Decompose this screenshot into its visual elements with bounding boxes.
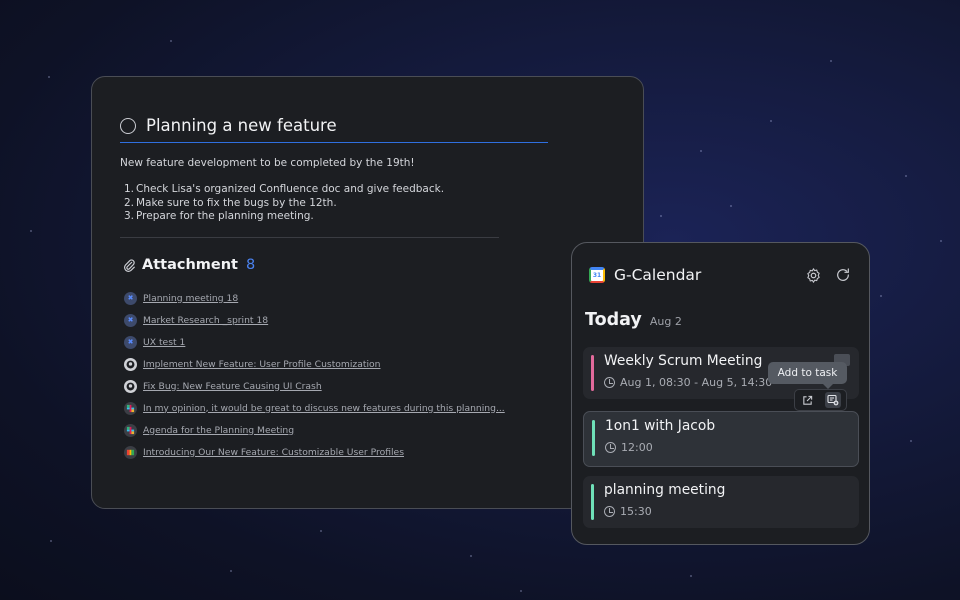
calendar-title: G-Calendar	[614, 266, 702, 284]
attachment-link[interactable]: Agenda for the Planning Meeting	[143, 425, 294, 436]
event-time: Aug 1, 08:30 - Aug 5, 14:30	[604, 376, 772, 389]
event-title: 1on1 with Jacob	[605, 418, 716, 434]
task-checklist: 1. Check Lisa's organized Confluence doc …	[124, 183, 444, 224]
attachment-item[interactable]: Introducing Our New Feature: Customizabl…	[124, 441, 505, 463]
google-calendar-logo-icon: 31	[589, 267, 605, 283]
settings-button[interactable]	[804, 266, 822, 284]
list-item[interactable]: 1. Check Lisa's organized Confluence doc …	[124, 183, 444, 197]
refresh-icon	[837, 268, 849, 281]
add-to-task-tooltip: Add to task	[768, 362, 847, 389]
event-color-bar	[591, 355, 594, 391]
attachment-link[interactable]: In my opinion, it would be great to disc…	[143, 403, 505, 414]
calendar-panel: 31 G-Calendar Today Aug 2 Weekly Scrum M…	[571, 242, 870, 545]
task-description[interactable]: New feature development to be completed …	[120, 157, 415, 169]
paperclip-icon	[124, 259, 135, 272]
task-complete-checkbox[interactable]	[120, 117, 136, 134]
open-external-button[interactable]	[800, 392, 816, 408]
attachment-item[interactable]: Fix Bug: New Feature Causing UI Crash	[124, 375, 505, 397]
attachment-link[interactable]: Implement New Feature: User Profile Cust…	[143, 359, 381, 370]
attachment-header: Attachment 8	[122, 257, 255, 273]
attachment-item[interactable]: ✖ Market Research _sprint 18	[124, 309, 505, 331]
today-label: Today	[585, 310, 642, 330]
event-time: 12:00	[605, 441, 653, 454]
gear-icon	[806, 267, 820, 283]
attachment-link[interactable]: Introducing Our New Feature: Customizabl…	[143, 447, 404, 458]
attachment-list: ✖ Planning meeting 18 ✖ Market Research …	[124, 287, 505, 463]
attachment-link[interactable]: Market Research _sprint 18	[143, 315, 268, 326]
task-title[interactable]: Planning a new feature	[146, 116, 337, 135]
github-icon	[124, 379, 137, 393]
attachment-item[interactable]: Agenda for the Planning Meeting	[124, 419, 505, 441]
event-title: Weekly Scrum Meeting	[604, 353, 763, 369]
external-link-icon	[803, 395, 813, 405]
clock-icon	[605, 442, 616, 453]
slack-icon	[124, 401, 137, 415]
list-item[interactable]: 3. Prepare for the planning meeting.	[124, 210, 444, 224]
github-icon	[124, 357, 137, 371]
event-card-1on1[interactable]: 1on1 with Jacob 12:00	[583, 411, 859, 467]
attachment-item[interactable]: Implement New Feature: User Profile Cust…	[124, 353, 505, 375]
calendar-header: 31 G-Calendar	[589, 264, 852, 286]
event-color-bar	[592, 420, 595, 456]
today-heading: Today Aug 2	[585, 310, 682, 330]
attachment-link[interactable]: Fix Bug: New Feature Causing UI Crash	[143, 381, 322, 392]
event-card-planning-meeting[interactable]: planning meeting 15:30	[583, 476, 859, 528]
refresh-button[interactable]	[834, 266, 852, 284]
task-title-row[interactable]: Planning a new feature	[120, 115, 548, 143]
attachment-item[interactable]: In my opinion, it would be great to disc…	[124, 397, 505, 419]
event-time: 15:30	[604, 505, 652, 518]
jira-icon: ✖	[124, 335, 137, 349]
attachment-link[interactable]: UX test 1	[143, 337, 185, 348]
clock-icon	[604, 506, 615, 517]
today-date: Aug 2	[649, 315, 682, 328]
attachment-link[interactable]: Planning meeting 18	[143, 293, 238, 304]
list-item[interactable]: 2. Make sure to fix the bugs by the 12th.	[124, 197, 444, 211]
attachment-item[interactable]: ✖ Planning meeting 18	[124, 287, 505, 309]
clock-icon	[604, 377, 615, 388]
task-panel: Planning a new feature New feature devel…	[91, 76, 644, 509]
event-color-bar	[591, 484, 594, 520]
attachment-count: 8	[246, 257, 256, 273]
divider	[120, 237, 499, 238]
event-action-bar	[794, 389, 847, 411]
doc-icon	[124, 445, 137, 459]
add-task-icon	[827, 394, 839, 406]
slack-icon	[124, 423, 137, 437]
attachment-item[interactable]: ✖ UX test 1	[124, 331, 505, 353]
attachment-title: Attachment	[142, 257, 238, 273]
add-to-task-button[interactable]	[825, 392, 842, 408]
event-title: planning meeting	[604, 482, 726, 498]
jira-icon: ✖	[124, 291, 137, 305]
jira-icon: ✖	[124, 313, 137, 327]
